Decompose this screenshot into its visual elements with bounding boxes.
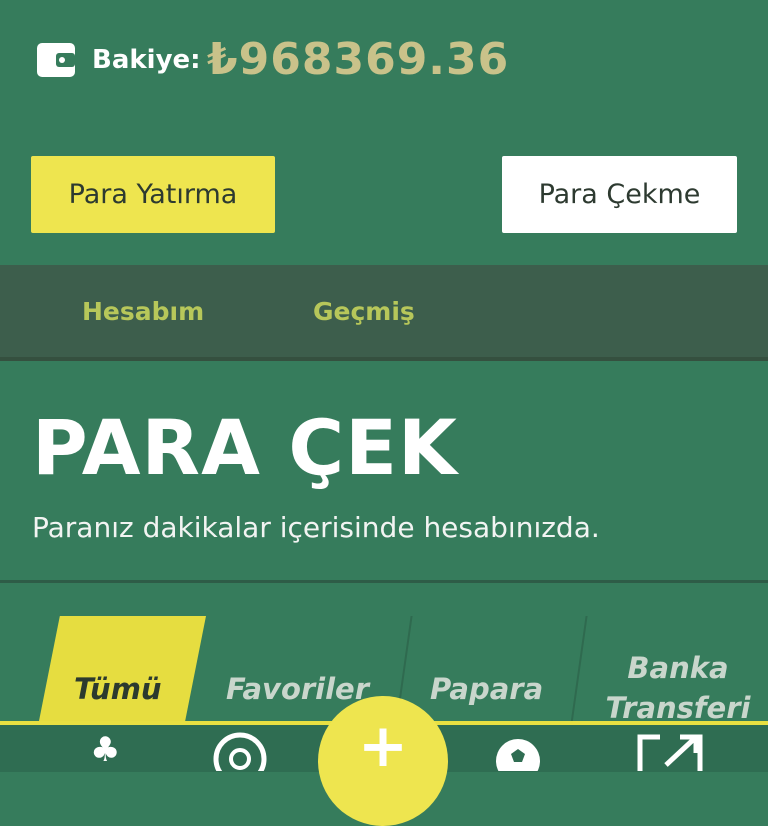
balance-label: Bakiye: [92, 45, 201, 75]
page-title: PARA ÇEK [32, 403, 458, 492]
subnav-item-gecmis[interactable]: Geçmiş [313, 295, 415, 329]
balance-bar: Bakiye: ₺968369.36 [0, 0, 768, 120]
center-plus-button[interactable]: + [318, 696, 448, 826]
tab-separator [570, 616, 588, 724]
external-link-icon[interactable] [636, 731, 704, 771]
tab-tumu[interactable]: Tümü [74, 672, 162, 706]
wallet-icon [37, 43, 75, 77]
soccer-ball-icon[interactable] [494, 735, 542, 771]
deposit-button[interactable]: Para Yatırma [31, 156, 275, 233]
tab-banka-transferi[interactable]: Banka Transferi [598, 648, 758, 728]
page-subtitle: Paranız dakikalar içerisinde hesabınızda… [32, 511, 600, 544]
withdraw-button[interactable]: Para Çekme [502, 156, 737, 233]
tab-favoriler[interactable]: Favoriler [226, 672, 369, 706]
balance-value: ₺968369.36 [207, 34, 510, 85]
subnav-item-hesabim[interactable]: Hesabım [82, 295, 204, 329]
plus-icon: + [357, 711, 409, 781]
clover-icon[interactable]: ♣ [90, 733, 120, 767]
tab-active-highlight [38, 616, 206, 726]
roulette-icon[interactable] [212, 731, 268, 771]
tab-papara[interactable]: Papara [430, 672, 543, 706]
account-subnav: Hesabım Geçmiş [0, 265, 768, 361]
section-divider [0, 580, 768, 583]
